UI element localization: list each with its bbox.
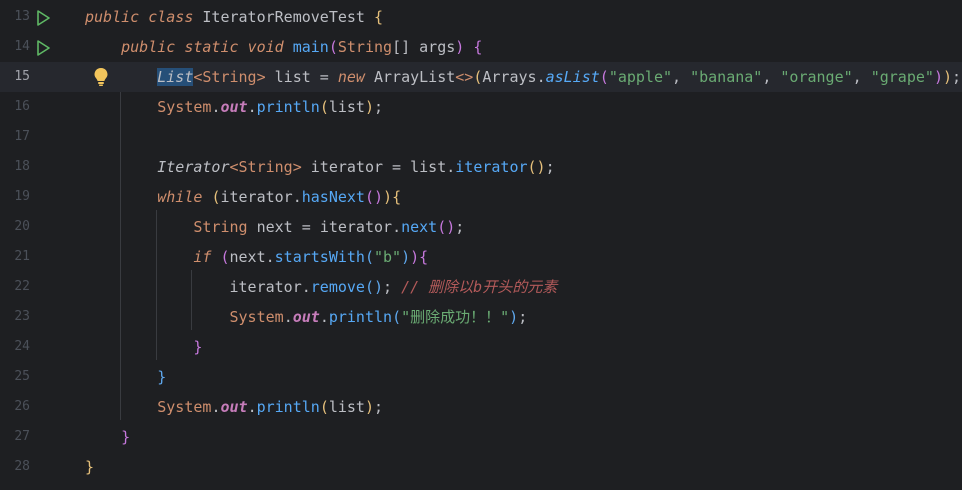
code-line: 25 } — [0, 362, 962, 392]
code-line: 27 } — [0, 422, 962, 452]
code-text: iterator.remove(); // 删除以b开头的元素 — [229, 278, 558, 296]
line-number: 26 — [14, 399, 30, 414]
code-line: 16 System.out.println(list); — [0, 92, 962, 122]
code-line: 23 System.out.println("删除成功！！"); — [0, 302, 962, 332]
code-text: Iterator<String> iterator = list.iterato… — [157, 158, 555, 176]
line-number: 16 — [14, 99, 30, 114]
line-number: 24 — [14, 339, 30, 354]
code-text: System.out.println(list); — [157, 398, 384, 416]
code-line: 13 public class IteratorRemoveTest { — [0, 2, 962, 32]
code-text: while (iterator.hasNext()){ — [157, 188, 402, 206]
run-icon[interactable] — [35, 40, 51, 56]
code-text: } — [157, 368, 167, 386]
line-number: 14 — [14, 39, 30, 54]
code-text: } — [193, 338, 203, 356]
code-text: public class IteratorRemoveTest { — [85, 8, 384, 26]
code-line: 21 if (next.startsWith("b")){ — [0, 242, 962, 272]
code-line: 20 String next = iterator.next(); — [0, 212, 962, 242]
code-text: List<String> list = new ArrayList<>(Arra… — [157, 68, 962, 86]
code-text: String next = iterator.next(); — [193, 218, 465, 236]
code-comment: // 删除以b开头的元素 — [401, 278, 558, 296]
line-number: 20 — [14, 219, 30, 234]
line-number: 21 — [14, 249, 30, 264]
line-number: 13 — [14, 9, 30, 24]
code-text: } — [121, 428, 131, 446]
code-text: public static void main(String[] args) { — [121, 38, 483, 56]
run-icon[interactable] — [35, 10, 51, 26]
code-line: 14 public static void main(String[] args… — [0, 32, 962, 62]
line-number: 22 — [14, 279, 30, 294]
code-line-current: 15 List<String> list = new ArrayList<>(A… — [0, 62, 962, 92]
line-number: 17 — [14, 129, 30, 144]
code-line: 24 } — [0, 332, 962, 362]
code-line: 17 — [0, 122, 962, 152]
code-editor[interactable]: 13 public class IteratorRemoveTest { 14 … — [0, 0, 962, 490]
line-number: 15 — [14, 69, 30, 84]
code-text: } — [85, 458, 95, 476]
code-line: 28 } — [0, 452, 962, 482]
line-number: 25 — [14, 369, 30, 384]
line-number: 18 — [14, 159, 30, 174]
code-line: 22 iterator.remove(); // 删除以b开头的元素 — [0, 272, 962, 302]
code-line: 18 Iterator<String> iterator = list.iter… — [0, 152, 962, 182]
line-number: 27 — [14, 429, 30, 444]
code-line: 19 while (iterator.hasNext()){ — [0, 182, 962, 212]
code-line: 26 System.out.println(list); — [0, 392, 962, 422]
line-number: 19 — [14, 189, 30, 204]
line-number: 28 — [14, 459, 30, 474]
code-text: System.out.println(list); — [157, 98, 384, 116]
code-text: System.out.println("删除成功！！"); — [229, 308, 528, 326]
line-number: 23 — [14, 309, 30, 324]
code-text: if (next.startsWith("b")){ — [193, 248, 429, 266]
